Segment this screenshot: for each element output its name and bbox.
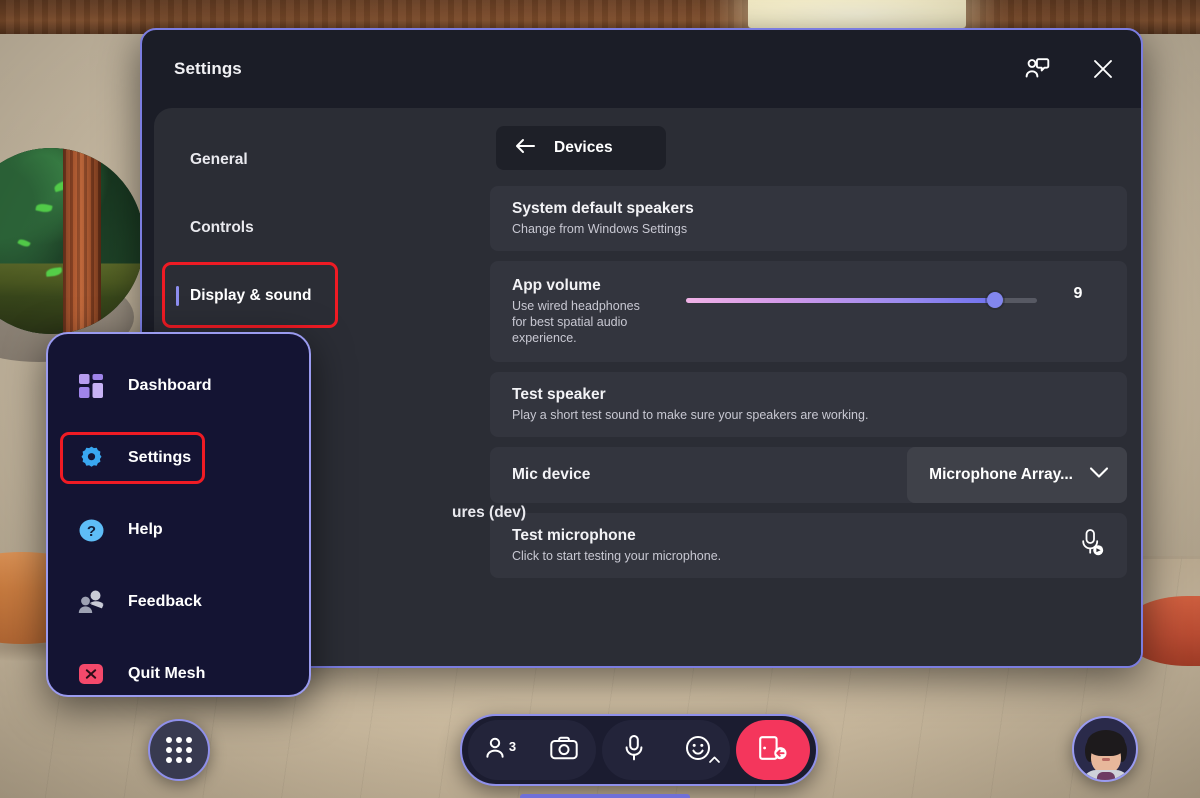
- camera-icon: [550, 736, 578, 765]
- quit-x-icon: [76, 659, 106, 689]
- chevron-down-icon: [1089, 466, 1109, 484]
- settings-titlebar: Settings: [142, 30, 1141, 108]
- menu-item-feedback[interactable]: Feedback: [48, 572, 309, 632]
- menu-item-label: Help: [128, 521, 163, 538]
- menu-item-label: Feedback: [128, 593, 202, 610]
- avatar[interactable]: [1072, 716, 1138, 782]
- menu-item-help[interactable]: ? Help: [48, 500, 309, 560]
- row-texts: System default speakers Change from Wind…: [512, 200, 694, 237]
- app-volume-value: 9: [1073, 285, 1083, 302]
- close-icon[interactable]: [1083, 49, 1123, 89]
- microphone-button[interactable]: [602, 720, 666, 780]
- row-system-default-speakers[interactable]: System default speakers Change from Wind…: [490, 186, 1127, 251]
- row-texts: Mic device: [512, 466, 590, 484]
- menu-item-label: Settings: [128, 449, 192, 466]
- sidebar-item-general[interactable]: General: [154, 134, 490, 186]
- row-subtitle: Use wired headphones for best spatial au…: [512, 299, 640, 345]
- arrow-left-icon: [514, 138, 536, 159]
- people-feedback-icon: [76, 587, 106, 617]
- meeting-toolbar: 3: [460, 714, 818, 786]
- participants-button[interactable]: 3: [468, 720, 532, 780]
- sidebar-item-display-and-sound[interactable]: Display & sound: [154, 262, 490, 328]
- sidebar-item-obscured-label: ures (dev): [452, 504, 527, 521]
- dashboard-icon: [76, 371, 106, 401]
- menu-item-label: Quit Mesh: [128, 665, 206, 682]
- svg-text:?: ?: [86, 523, 95, 540]
- sidebar-item-label: Controls: [190, 219, 254, 236]
- round-window: [0, 148, 144, 334]
- emoji-smiley-icon: [685, 735, 711, 766]
- row-title: Mic device: [512, 466, 591, 483]
- devices-header-wrap: Devices: [490, 126, 1127, 176]
- menu-item-dashboard[interactable]: Dashboard: [48, 356, 309, 416]
- sidebar-item-controls[interactable]: Controls: [154, 202, 490, 254]
- participants-count: 3: [508, 738, 517, 754]
- row-test-speaker[interactable]: Test speaker Play a short test sound to …: [490, 372, 1127, 437]
- row-title: Test microphone: [512, 527, 636, 544]
- slider-thumb[interactable]: [986, 292, 1003, 308]
- mic-device-dropdown[interactable]: Microphone Array...: [907, 447, 1127, 503]
- settings-main-panel: Devices System default speakers Change f…: [490, 108, 1141, 666]
- row-title: System default speakers: [512, 200, 694, 217]
- devices-back-header[interactable]: Devices: [496, 126, 666, 170]
- person-icon: [484, 736, 506, 765]
- row-app-volume[interactable]: App volume Use wired headphones for best…: [490, 261, 1127, 362]
- menu-item-label: Dashboard: [128, 377, 212, 394]
- apps-grid-button[interactable]: [148, 719, 210, 781]
- ceiling-light-panel: [748, 0, 966, 28]
- row-mic-device[interactable]: Mic device Microphone Array...: [490, 447, 1127, 503]
- row-texts: Test microphone Click to start testing y…: [512, 527, 721, 564]
- row-subtitle: Play a short test sound to make sure you…: [512, 408, 869, 422]
- bottom-edge-accent: [520, 794, 690, 798]
- row-texts: Test speaker Play a short test sound to …: [512, 386, 868, 423]
- sidebar-item-label: Display & sound: [190, 287, 312, 304]
- devices-header-label: Devices: [554, 139, 613, 156]
- row-subtitle: Change from Windows Settings: [512, 222, 688, 236]
- screen-root: Settings General Controls Display & soun…: [0, 0, 1200, 798]
- microphone-test-icon[interactable]: [1079, 528, 1105, 563]
- menu-item-quit-mesh[interactable]: Quit Mesh: [48, 644, 309, 704]
- leave-call-button[interactable]: [736, 720, 810, 780]
- row-title: App volume: [512, 277, 601, 294]
- apps-grid-icon: [166, 737, 192, 763]
- app-volume-slider[interactable]: [672, 287, 1051, 313]
- active-indicator: [176, 286, 179, 306]
- mic-device-value: Microphone Array...: [929, 466, 1073, 483]
- row-test-microphone[interactable]: Test microphone Click to start testing y…: [490, 513, 1127, 578]
- help-question-icon: ?: [76, 515, 106, 545]
- tree-trunk: [63, 148, 101, 334]
- reactions-button[interactable]: [666, 720, 730, 780]
- toolbar-group-right: [602, 720, 730, 780]
- titlebar-actions: [1017, 30, 1123, 108]
- camera-button[interactable]: [532, 720, 596, 780]
- leave-call-icon: [758, 734, 788, 767]
- menu-item-settings[interactable]: Settings: [48, 428, 309, 488]
- page-title: Settings: [174, 59, 242, 78]
- person-speech-bubble-icon[interactable]: [1017, 49, 1057, 89]
- sidebar-item-label: General: [190, 151, 248, 168]
- chevron-up-icon: [709, 750, 720, 768]
- row-title: Test speaker: [512, 386, 606, 403]
- toolbar-group-left: 3: [468, 720, 596, 780]
- row-texts: App volume Use wired headphones for best…: [512, 277, 672, 346]
- quick-menu: Dashboard Settings ? Help Feedback Quit …: [46, 332, 311, 697]
- gear-icon: [76, 443, 106, 473]
- row-subtitle: Click to start testing your microphone.: [512, 549, 722, 563]
- microphone-icon: [623, 734, 645, 767]
- slider-track[interactable]: [686, 292, 1037, 308]
- slider-fill: [686, 297, 995, 303]
